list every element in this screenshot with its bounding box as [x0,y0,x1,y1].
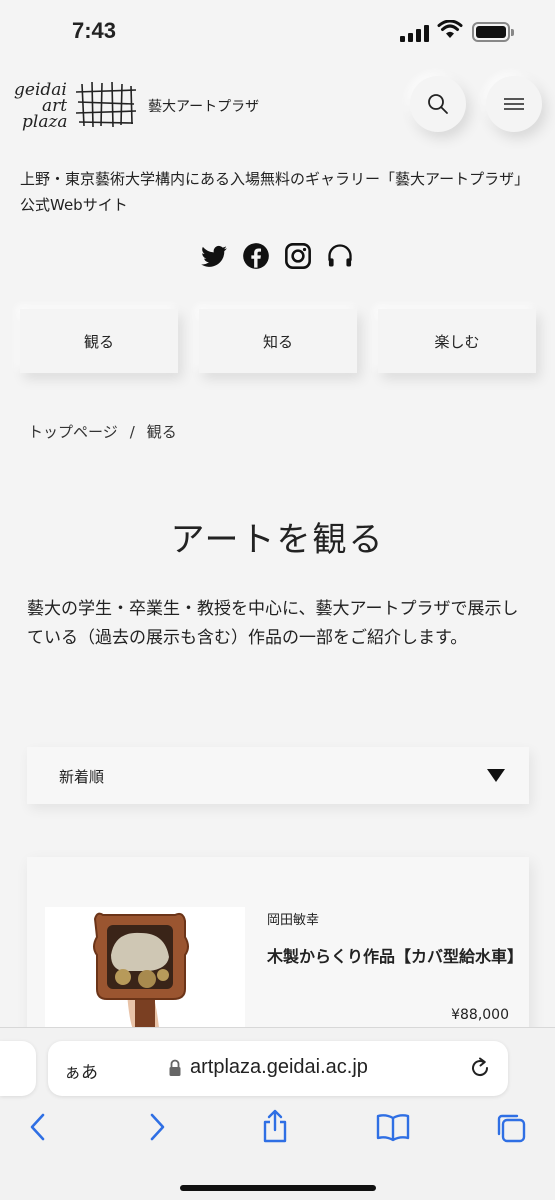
artwork-title[interactable]: 木製からくり作品【カバ型給水車】 [267,945,523,969]
category-nav: 観る 知る 楽しむ [20,309,536,373]
wifi-icon [437,20,463,38]
page-description: 藝大の学生・卒業生・教授を中心に、藝大アートプラザで展示している（過去の展示も含… [27,599,519,648]
geidai-art-plaza-logo[interactable]: geidai art plaza [12,78,138,132]
artwork-artist: 岡田敏幸 [267,913,320,928]
battery-icon [472,22,514,42]
twitter-icon[interactable] [200,242,228,270]
facebook-icon[interactable] [242,242,270,270]
sort-selected-label: 新着順 [59,768,105,786]
tabs-icon[interactable] [495,1112,527,1144]
address-bar[interactable]: ぁあ artplaza.geidai.ac.jp [48,1041,508,1096]
sort-select[interactable]: 新着順 [27,747,529,804]
artwork-thumbnail [45,907,245,1037]
reload-icon[interactable] [468,1056,492,1080]
bookmarks-icon[interactable] [376,1112,410,1142]
site-name: 藝大アートプラザ [148,99,260,115]
social-links [200,242,354,270]
caret-down-icon [487,769,505,782]
nav-see-button[interactable]: 観る [20,309,178,373]
instagram-icon[interactable] [284,242,312,270]
forward-chevron-icon[interactable] [146,1112,168,1142]
search-icon [428,94,448,114]
previous-tab-peek[interactable] [0,1041,36,1096]
share-icon[interactable] [260,1108,290,1144]
cellular-signal-icon [400,24,429,42]
back-chevron-icon[interactable] [27,1112,49,1142]
hamburger-menu-icon [504,98,524,110]
search-button[interactable] [410,76,466,132]
menu-button[interactable] [486,76,542,132]
lock-icon [169,1059,181,1076]
status-time: 7:43 [72,18,117,43]
artwork-price: ¥88,000 [451,1007,509,1023]
nav-enjoy-button[interactable]: 楽しむ [378,309,536,373]
nav-know-button[interactable]: 知る [199,309,357,373]
url-text: artplaza.geidai.ac.jp [190,1056,368,1078]
breadcrumb-current: 観る [146,423,177,441]
site-tagline: 上野・東京藝術大学構内にある入場無料のギャラリー「藝大アートプラザ」公式Webサ… [20,170,530,214]
page-settings-button[interactable]: ぁあ [64,1058,98,1083]
page-title: アートを観る [170,520,385,560]
site-header: geidai art plaza 藝大アートプラザ [0,70,555,140]
browser-chrome: ぁあ artplaza.geidai.ac.jp [0,1027,555,1200]
breadcrumb: トップページ / 観る [28,421,177,442]
home-indicator [180,1185,376,1191]
headphones-icon[interactable] [326,242,354,270]
breadcrumb-separator: / [129,423,135,441]
logo-grid-mark [76,81,136,128]
breadcrumb-home-link[interactable]: トップページ [28,423,118,441]
status-bar: 7:43 [0,0,555,64]
